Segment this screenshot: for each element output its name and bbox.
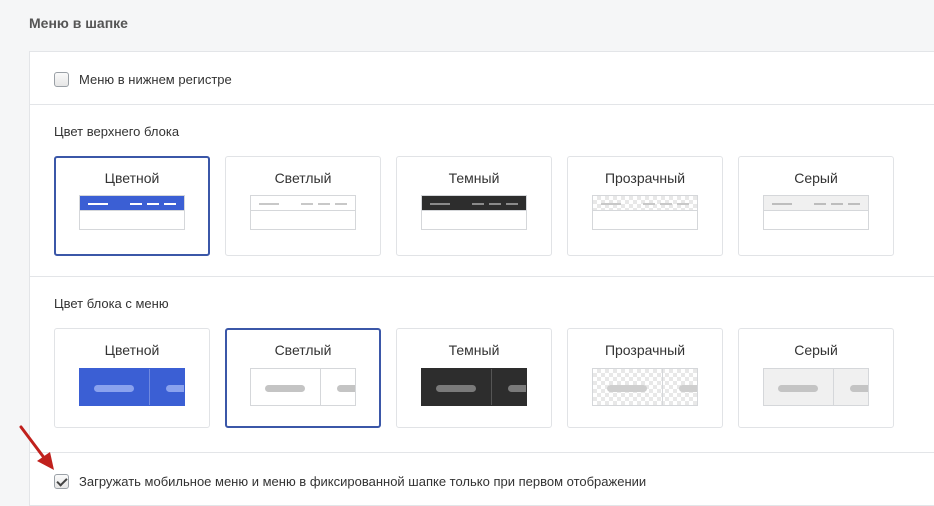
lowercase-menu-checkbox[interactable]	[54, 72, 69, 87]
menu-color-option-transparent[interactable]: Прозрачный	[567, 328, 723, 428]
option-title: Прозрачный	[604, 342, 686, 358]
menu-preview-dark	[421, 368, 527, 406]
option-title: Прозрачный	[604, 170, 686, 186]
top-preview-gray	[763, 195, 869, 230]
top-color-option-gray[interactable]: Серый	[738, 156, 894, 256]
top-block-color-options: Цветной Светлый Темный Прозрачный Серый	[54, 156, 894, 256]
option-title: Темный	[448, 342, 500, 358]
lowercase-menu-option[interactable]: Меню в нижнем регистре	[54, 72, 232, 87]
lazy-load-menu-checkbox[interactable]	[54, 474, 69, 489]
menu-preview-gray	[763, 368, 869, 406]
menu-color-option-dark[interactable]: Темный	[396, 328, 552, 428]
top-color-option-colored[interactable]: Цветной	[54, 156, 210, 256]
lowercase-menu-label: Меню в нижнем регистре	[79, 72, 232, 87]
option-title: Светлый	[274, 342, 332, 358]
settings-panel: Меню в нижнем регистре Цвет верхнего бло…	[29, 51, 934, 506]
menu-color-option-gray[interactable]: Серый	[738, 328, 894, 428]
top-color-option-dark[interactable]: Темный	[396, 156, 552, 256]
top-color-option-light[interactable]: Светлый	[225, 156, 381, 256]
top-preview-transparent	[592, 195, 698, 230]
option-title: Цветной	[104, 342, 160, 358]
top-color-option-transparent[interactable]: Прозрачный	[567, 156, 723, 256]
divider	[30, 452, 934, 453]
option-title: Темный	[448, 170, 500, 186]
option-title: Серый	[794, 170, 838, 186]
divider	[30, 104, 934, 105]
menu-color-option-light[interactable]: Светлый	[225, 328, 381, 428]
option-title: Серый	[794, 342, 838, 358]
lazy-load-menu-label: Загружать мобильное меню и меню в фиксир…	[79, 474, 647, 489]
menu-color-option-colored[interactable]: Цветной	[54, 328, 210, 428]
divider	[30, 276, 934, 277]
menu-preview-light	[250, 368, 356, 406]
option-title: Цветной	[104, 170, 160, 186]
option-title: Светлый	[274, 170, 332, 186]
menu-preview-transparent	[592, 368, 698, 406]
top-preview-colored	[79, 195, 185, 230]
section-title: Меню в шапке	[29, 15, 128, 31]
top-preview-light	[250, 195, 356, 230]
red-arrow-icon	[19, 425, 54, 470]
menu-block-color-options: Цветной Светлый Темный Прозрачный Серый	[54, 328, 894, 428]
menu-block-color-label: Цвет блока с меню	[54, 296, 169, 311]
top-preview-dark	[421, 195, 527, 230]
top-block-color-label: Цвет верхнего блока	[54, 124, 180, 139]
menu-preview-colored	[79, 368, 185, 406]
lazy-load-menu-option[interactable]: Загружать мобильное меню и меню в фиксир…	[54, 474, 646, 489]
